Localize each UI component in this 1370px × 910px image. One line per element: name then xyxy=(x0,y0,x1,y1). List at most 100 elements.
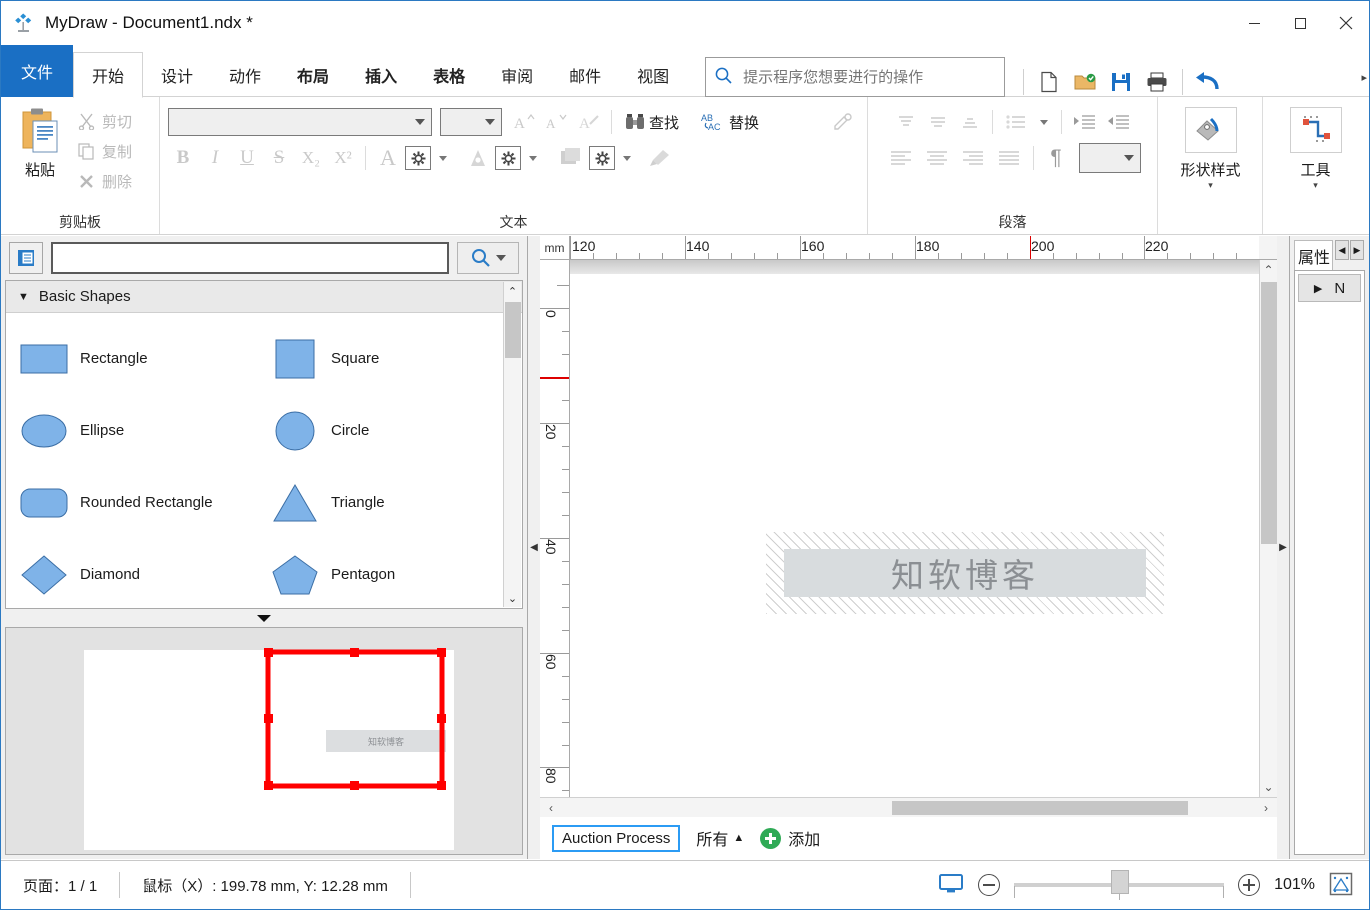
scroll-up-icon[interactable]: ⌃ xyxy=(508,282,517,300)
zoom-level-label[interactable]: 101% xyxy=(1274,876,1315,894)
new-document-icon[interactable] xyxy=(1034,67,1064,97)
add-sheet-button[interactable]: 添加 xyxy=(760,826,820,850)
maximize-icon[interactable] xyxy=(1277,1,1323,45)
undo-icon[interactable] xyxy=(1193,67,1223,97)
left-dock-collapse-handle[interactable]: ◀ xyxy=(528,236,540,859)
tools-dropdown-icon[interactable]: ▾ xyxy=(1313,180,1318,190)
canvas-vertical-scrollbar[interactable]: ⌃ ⌄ xyxy=(1259,260,1277,797)
tab-properties[interactable]: 属性 xyxy=(1294,240,1334,270)
shape-item-rounded-rectangle[interactable]: Rounded Rectangle xyxy=(20,467,271,539)
tab-design[interactable]: 设计 xyxy=(143,53,211,97)
delete-button[interactable]: 删除 xyxy=(71,167,138,195)
text-highlight-dropdown-icon[interactable] xyxy=(529,155,537,161)
scrollbar-thumb[interactable] xyxy=(892,800,1188,815)
print-icon[interactable] xyxy=(1142,67,1172,97)
tab-mail[interactable]: 邮件 xyxy=(551,53,619,97)
ribbon-overflow-icon[interactable]: ▸ xyxy=(1361,71,1367,84)
monitor-icon[interactable] xyxy=(938,873,964,898)
shrink-font-button[interactable]: A xyxy=(542,107,572,137)
align-right-button[interactable] xyxy=(956,143,990,173)
drawing-canvas[interactable]: 知软博客 xyxy=(570,260,1259,797)
align-center-button[interactable] xyxy=(920,143,954,173)
superscript-button[interactable]: X² xyxy=(328,143,358,173)
shape-fill-settings-icon[interactable] xyxy=(589,146,615,170)
tools-button[interactable]: 工具 ▾ xyxy=(1263,97,1368,234)
scroll-left-icon[interactable]: ‹ xyxy=(540,801,562,815)
canvas-horizontal-scrollbar[interactable]: ‹ › xyxy=(540,797,1277,817)
tab-file[interactable]: 文件 xyxy=(1,45,73,97)
close-icon[interactable] xyxy=(1323,1,1369,45)
zoom-slider-handle[interactable] xyxy=(1111,870,1130,894)
tab-nav-next-icon[interactable]: ▶ xyxy=(1350,240,1365,260)
tab-view[interactable]: 视图 xyxy=(619,53,687,97)
justify-button[interactable] xyxy=(992,143,1026,173)
shape-item-square[interactable]: Square xyxy=(271,323,522,395)
tab-nav-prev-icon[interactable]: ◀ xyxy=(1335,240,1350,260)
shape-fill-button[interactable] xyxy=(555,143,587,173)
align-middle-button[interactable] xyxy=(923,107,953,137)
clear-formatting-button[interactable]: A xyxy=(574,107,604,137)
font-name-combo[interactable] xyxy=(168,108,432,136)
align-bottom-button[interactable] xyxy=(955,107,985,137)
zoom-slider[interactable] xyxy=(1014,870,1225,900)
horizontal-ruler[interactable]: 120 140 160 180 200 220 240 xyxy=(570,236,1259,260)
shape-item-ellipse[interactable]: Ellipse xyxy=(20,395,271,467)
right-dock-collapse-handle[interactable]: ▶ xyxy=(1277,236,1289,859)
copy-button[interactable]: 复制 xyxy=(71,137,138,165)
shape-item-triangle[interactable]: Triangle xyxy=(271,467,522,539)
scroll-down-icon[interactable]: ⌄ xyxy=(1263,777,1273,797)
grow-font-button[interactable]: A xyxy=(510,107,540,137)
shape-styles-button[interactable]: 形状样式 ▾ xyxy=(1158,97,1263,234)
open-folder-icon[interactable] xyxy=(1070,67,1100,97)
fit-page-icon[interactable] xyxy=(1329,872,1353,899)
show-paragraph-marks-button[interactable]: ¶ xyxy=(1041,143,1071,173)
font-color-settings-icon[interactable] xyxy=(405,146,431,170)
format-painter-eyedropper-icon[interactable] xyxy=(827,107,857,137)
expand-arrow-icon[interactable]: ▶ xyxy=(1314,282,1322,295)
font-size-combo[interactable] xyxy=(440,108,502,136)
zoom-out-icon[interactable] xyxy=(978,874,1001,896)
tell-me-search-input[interactable] xyxy=(741,67,997,87)
properties-tree-item[interactable]: ▶ N xyxy=(1298,274,1361,302)
shape-search-input[interactable] xyxy=(53,244,447,272)
pan-zoom-panel[interactable]: 知软博客 xyxy=(5,627,523,855)
canvas-shape-watermark[interactable]: 知软博客 xyxy=(766,532,1164,614)
all-sheets-button[interactable]: 所有 ▲ xyxy=(696,826,744,850)
shape-item-pentagon[interactable]: Pentagon xyxy=(271,539,522,608)
tab-action[interactable]: 动作 xyxy=(211,53,279,97)
scroll-right-icon[interactable]: › xyxy=(1255,801,1277,815)
decrease-indent-button[interactable] xyxy=(1103,107,1135,137)
text-highlight-settings-icon[interactable] xyxy=(495,146,521,170)
tab-home[interactable]: 开始 xyxy=(73,52,144,98)
paste-button[interactable]: 粘贴 xyxy=(9,103,71,180)
align-left-button[interactable] xyxy=(884,143,918,173)
shape-search-button[interactable] xyxy=(457,242,519,274)
tab-review[interactable]: 审阅 xyxy=(483,53,551,97)
save-icon[interactable] xyxy=(1106,67,1136,97)
find-button[interactable]: 查找 xyxy=(619,107,685,137)
scrollbar-thumb[interactable] xyxy=(504,302,521,358)
viewport-selection-rect[interactable] xyxy=(264,648,446,790)
align-top-button[interactable] xyxy=(891,107,921,137)
replace-button[interactable]: AB AC 替换 xyxy=(695,107,765,137)
scrollbar-track[interactable] xyxy=(562,800,1255,815)
scroll-down-icon[interactable]: ⌄ xyxy=(508,589,517,607)
tab-table[interactable]: 表格 xyxy=(415,53,483,97)
shape-item-diamond[interactable]: Diamond xyxy=(20,539,271,608)
subscript-button[interactable]: X₂ xyxy=(296,143,326,173)
shape-library-icon[interactable] xyxy=(9,242,43,274)
tell-me-search-box[interactable] xyxy=(705,57,1006,97)
tab-insert[interactable]: 插入 xyxy=(347,53,415,97)
shape-styles-dropdown-icon[interactable]: ▾ xyxy=(1208,180,1213,190)
bullet-list-button[interactable] xyxy=(1000,107,1032,137)
cut-button[interactable]: 剪切 xyxy=(71,107,138,135)
text-highlight-button[interactable] xyxy=(463,143,493,173)
increase-indent-button[interactable] xyxy=(1069,107,1101,137)
font-color-dropdown-icon[interactable] xyxy=(439,155,447,161)
italic-button[interactable]: I xyxy=(200,143,230,173)
vertical-ruler[interactable]: 0 20 40 60 80 xyxy=(540,260,570,797)
tab-layout[interactable]: 布局 xyxy=(279,53,347,97)
shape-fill-dropdown-icon[interactable] xyxy=(623,155,631,161)
underline-button[interactable]: U xyxy=(232,143,262,173)
bullet-list-dropdown-icon[interactable] xyxy=(1039,119,1048,125)
